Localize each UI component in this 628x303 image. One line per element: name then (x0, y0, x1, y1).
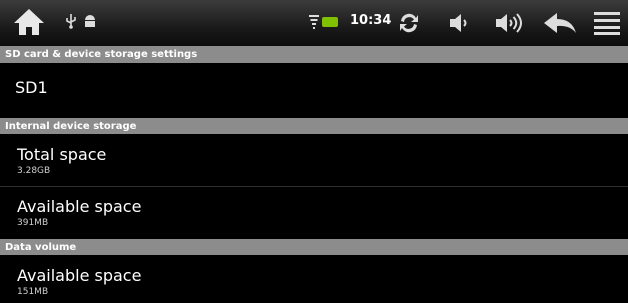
data-available-space-label: Available space (17, 266, 142, 285)
status-time: 10:34 (350, 13, 392, 28)
usb-icon (64, 12, 78, 30)
available-space-value: 391MB (17, 218, 49, 228)
internal-storage-header: Internal device storage (0, 118, 628, 134)
menu-icon[interactable] (593, 10, 621, 36)
status-bar: 10:34 (0, 0, 628, 46)
wifi-icon (308, 14, 320, 30)
data-volume-header: Data volume (0, 239, 628, 255)
home-icon[interactable] (12, 6, 46, 38)
total-space-value: 3.28GB (17, 166, 51, 176)
volume-up-icon[interactable] (494, 9, 526, 37)
data-available-space-item: Available space 151MB (0, 266, 628, 303)
available-space-item: Available space 391MB (0, 197, 628, 237)
sd-card-label: SD1 (15, 78, 48, 97)
data-volume-header-text: Data volume (5, 241, 77, 253)
sd-card-item[interactable]: SD1 (0, 78, 628, 112)
available-space-label: Available space (17, 197, 142, 216)
total-space-item: Total space 3.28GB (0, 145, 628, 185)
page-title-text: SD card & device storage settings (5, 49, 198, 60)
data-available-space-value: 151MB (17, 287, 49, 297)
back-icon[interactable] (541, 9, 579, 37)
page-title: SD card & device storage settings (0, 46, 628, 63)
volume-down-icon[interactable] (448, 9, 470, 37)
battery-icon (322, 17, 338, 27)
android-icon (82, 12, 98, 30)
sync-icon[interactable] (394, 8, 424, 38)
divider (0, 186, 628, 187)
internal-storage-header-text: Internal device storage (5, 120, 137, 132)
total-space-label: Total space (17, 145, 107, 164)
